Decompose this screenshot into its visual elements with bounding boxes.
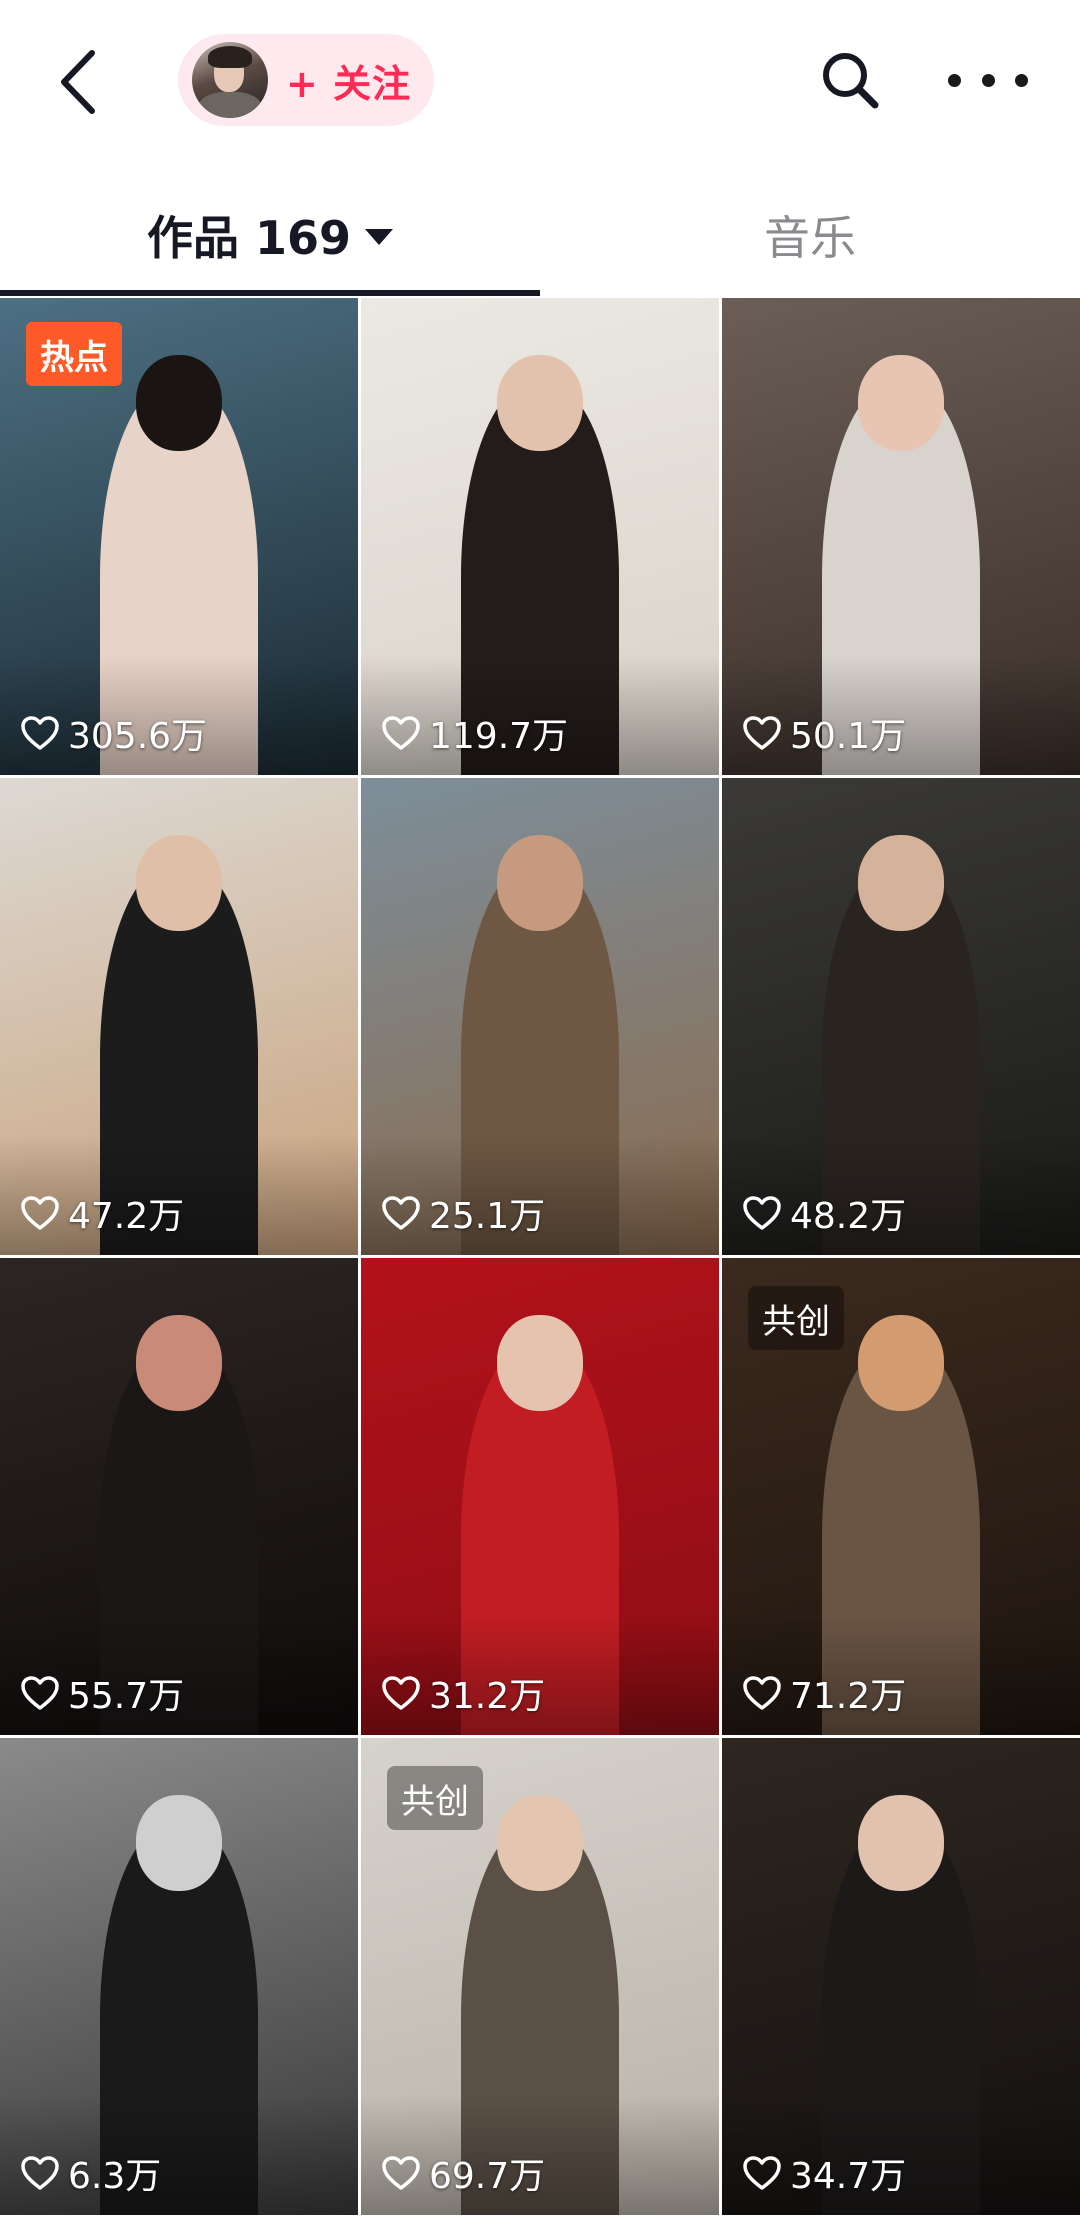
- video-thumbnail[interactable]: 31.2万: [361, 1258, 719, 1735]
- video-thumbnail[interactable]: 119.7万: [361, 298, 719, 775]
- video-thumbnail[interactable]: 50.1万: [722, 298, 1080, 775]
- like-count: 48.2万: [742, 1187, 906, 1239]
- like-count-text: 69.7万: [429, 2156, 546, 2197]
- like-count: 69.7万: [381, 2147, 545, 2199]
- video-thumbnail[interactable]: 共创 69.7万: [361, 1738, 719, 2215]
- top-bar: + 关注: [0, 0, 1080, 160]
- heart-icon: [382, 1676, 420, 1710]
- like-count-text: 50.1万: [790, 716, 907, 757]
- tab-music-label: 音乐: [764, 211, 856, 265]
- like-count-text: 31.2万: [429, 1676, 546, 1717]
- like-count: 55.7万: [20, 1667, 184, 1719]
- like-count-text: 25.1万: [429, 1196, 546, 1237]
- tab-works[interactable]: 作品 169: [0, 200, 540, 270]
- active-tab-indicator: [0, 290, 540, 296]
- heart-icon: [743, 2156, 781, 2190]
- like-count-text: 6.3万: [68, 2156, 162, 2197]
- video-thumbnail[interactable]: 34.7万: [722, 1738, 1080, 2215]
- tab-music[interactable]: 音乐: [540, 200, 1080, 270]
- collab-badge: 共创: [748, 1286, 844, 1350]
- like-count: 25.1万: [381, 1187, 545, 1239]
- collab-badge: 共创: [387, 1766, 483, 1830]
- caret-down-icon: [365, 229, 394, 245]
- video-thumbnail[interactable]: 热点 305.6万: [0, 298, 358, 775]
- more-dot-icon: [1015, 73, 1028, 87]
- like-count: 50.1万: [742, 707, 906, 759]
- more-dot-icon: [948, 73, 961, 87]
- heart-icon: [743, 716, 781, 750]
- like-count: 47.2万: [20, 1187, 184, 1239]
- heart-icon: [743, 1676, 781, 1710]
- more-dot-icon: [981, 73, 995, 87]
- like-count-text: 48.2万: [790, 1196, 907, 1237]
- heart-icon: [21, 2156, 59, 2190]
- video-thumbnail[interactable]: 47.2万: [0, 778, 358, 1255]
- like-count-text: 34.7万: [790, 2156, 907, 2197]
- video-thumbnail[interactable]: 共创 71.2万: [722, 1258, 1080, 1735]
- heart-icon: [21, 1196, 59, 1230]
- like-count-text: 305.6万: [68, 716, 208, 757]
- tab-works-label: 作品 169: [146, 211, 352, 265]
- chevron-left-icon: [61, 50, 95, 114]
- avatar[interactable]: [192, 42, 268, 118]
- heart-icon: [382, 2156, 420, 2190]
- profile-tabs: 作品 169 音乐: [0, 160, 1080, 300]
- back-button[interactable]: [48, 44, 108, 120]
- like-count: 6.3万: [20, 2147, 161, 2199]
- like-count: 305.6万: [20, 707, 207, 759]
- video-thumbnail[interactable]: 6.3万: [0, 1738, 358, 2215]
- video-thumbnail[interactable]: 48.2万: [722, 778, 1080, 1255]
- heart-icon: [382, 1196, 420, 1230]
- heart-icon: [21, 716, 59, 750]
- follow-button[interactable]: + 关注: [178, 34, 434, 126]
- like-count-text: 55.7万: [68, 1676, 185, 1717]
- search-icon: [823, 53, 879, 109]
- hot-badge: 热点: [26, 322, 122, 386]
- like-count-text: 71.2万: [790, 1676, 907, 1717]
- heart-icon: [21, 1676, 59, 1710]
- heart-icon: [743, 1196, 781, 1230]
- heart-icon: [382, 716, 420, 750]
- like-count: 119.7万: [381, 707, 568, 759]
- video-thumbnail[interactable]: 25.1万: [361, 778, 719, 1255]
- follow-label: + 关注: [286, 61, 412, 106]
- like-count-text: 119.7万: [429, 716, 569, 757]
- more-options-button[interactable]: [948, 52, 1028, 108]
- like-count: 34.7万: [742, 2147, 906, 2199]
- video-thumbnail[interactable]: 55.7万: [0, 1258, 358, 1735]
- like-count-text: 47.2万: [68, 1196, 185, 1237]
- search-button[interactable]: [818, 48, 882, 112]
- video-grid: 热点 305.6万 119.7万 50.1万 47.2万 25.1万 48.2万…: [0, 298, 1080, 2220]
- like-count: 31.2万: [381, 1667, 545, 1719]
- like-count: 71.2万: [742, 1667, 906, 1719]
